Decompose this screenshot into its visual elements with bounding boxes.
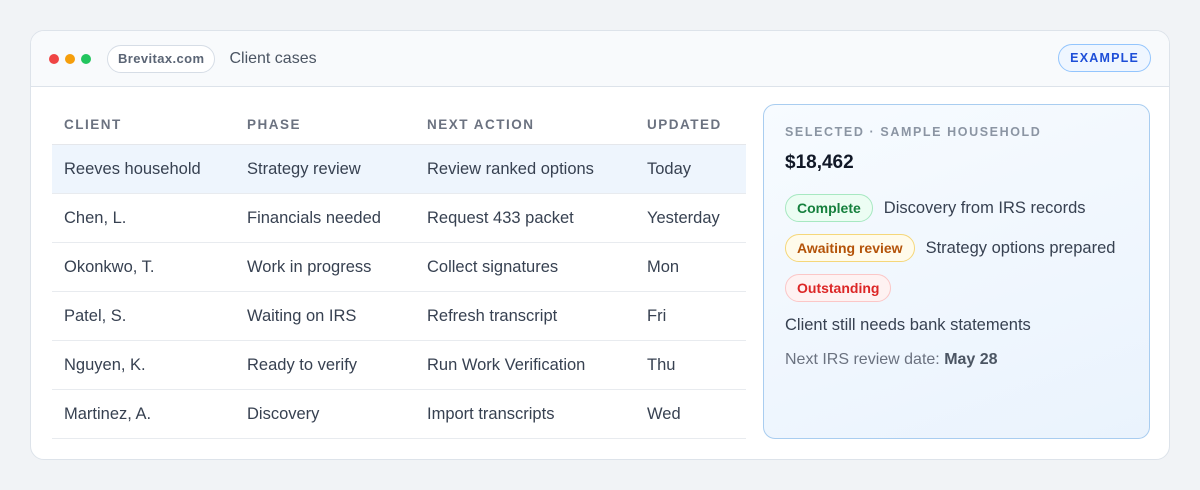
cell-updated: Mon: [647, 257, 680, 276]
status-text: Strategy options prepared: [925, 238, 1116, 257]
site-pill[interactable]: Brevitax.com: [107, 44, 216, 73]
cell-phase: Strategy review: [247, 159, 361, 178]
next-review-line: Next IRS review date: May 28: [785, 351, 1128, 369]
cell-phase: Discovery: [247, 404, 320, 423]
cell-next-action: Collect signatures: [427, 257, 559, 276]
cell-next-action: Request 433 packet: [427, 208, 574, 227]
cell-client: Nguyen, K.: [64, 355, 146, 374]
table-header: CLIENT PHASE NEXT ACTION UPDATED: [52, 104, 746, 145]
cell-next-action: Import transcripts: [427, 404, 555, 423]
cell-client: Chen, L.: [64, 208, 127, 227]
case-amount: $18,462: [785, 152, 854, 173]
close-dot-icon[interactable]: [49, 53, 59, 64]
cell-phase: Ready to verify: [247, 355, 358, 374]
app-window: Brevitax.com Client cases EXAMPLE CLIENT…: [30, 30, 1170, 460]
table-row[interactable]: Chen, L. Financials needed Request 433 p…: [52, 194, 746, 243]
table-row[interactable]: Okonkwo, T. Work in progress Collect sig…: [52, 243, 746, 292]
cell-updated: Yesterday: [647, 208, 720, 227]
status-line-strategy: Awaiting review Strategy options prepare…: [785, 234, 1128, 262]
window-controls: [49, 53, 91, 64]
next-review-date: May 28: [944, 351, 998, 368]
table-row[interactable]: Patel, S. Waiting on IRS Refresh transcr…: [52, 292, 746, 341]
header-updated[interactable]: UPDATED: [635, 117, 746, 132]
table-row[interactable]: Reeves household Strategy review Review …: [52, 145, 746, 194]
header-phase[interactable]: PHASE: [235, 117, 415, 132]
zoom-dot-icon[interactable]: [81, 53, 91, 64]
cell-updated: Today: [647, 159, 692, 178]
cell-next-action: Run Work Verification: [427, 355, 586, 374]
window-title: Client cases: [229, 49, 317, 67]
next-review-label: Next IRS review date:: [785, 351, 940, 368]
cell-updated: Thu: [647, 355, 676, 374]
client-cases-table: CLIENT PHASE NEXT ACTION UPDATED Reeves …: [52, 104, 746, 439]
cell-client: Patel, S.: [64, 306, 127, 325]
status-badge-outstanding: Outstanding: [785, 274, 892, 302]
cell-client: Martinez, A.: [64, 404, 152, 423]
cell-phase: Waiting on IRS: [247, 306, 357, 325]
cell-updated: Wed: [647, 404, 681, 423]
cell-client: Okonkwo, T.: [64, 257, 155, 276]
minimize-dot-icon[interactable]: [65, 53, 75, 64]
panel-label: SELECTED · SAMPLE HOUSEHOLD: [785, 125, 1042, 139]
selected-case-panel: SELECTED · SAMPLE HOUSEHOLD $18,462 Comp…: [763, 104, 1150, 439]
cell-updated: Fri: [647, 306, 667, 325]
title-bar: Brevitax.com Client cases EXAMPLE: [31, 31, 1169, 87]
status-text: Discovery from IRS records: [883, 198, 1086, 217]
header-client[interactable]: CLIENT: [52, 117, 235, 132]
status-badge-complete: Complete: [785, 194, 873, 222]
outstanding-note: Client still needs bank statements: [785, 316, 1031, 334]
status-line-outstanding: Outstanding: [785, 274, 1128, 302]
cell-phase: Work in progress: [247, 257, 372, 276]
status-badge-awaiting-review: Awaiting review: [785, 234, 915, 262]
cell-client: Reeves household: [64, 159, 201, 178]
table-row[interactable]: Nguyen, K. Ready to verify Run Work Veri…: [52, 341, 746, 390]
table-row[interactable]: Martinez, A. Discovery Import transcript…: [52, 390, 746, 439]
status-line-discovery: Complete Discovery from IRS records: [785, 194, 1128, 222]
cell-next-action: Refresh transcript: [427, 306, 558, 325]
header-next-action[interactable]: NEXT ACTION: [415, 117, 635, 132]
cell-phase: Financials needed: [247, 208, 381, 227]
example-badge: EXAMPLE: [1058, 44, 1151, 72]
cell-next-action: Review ranked options: [427, 159, 594, 178]
